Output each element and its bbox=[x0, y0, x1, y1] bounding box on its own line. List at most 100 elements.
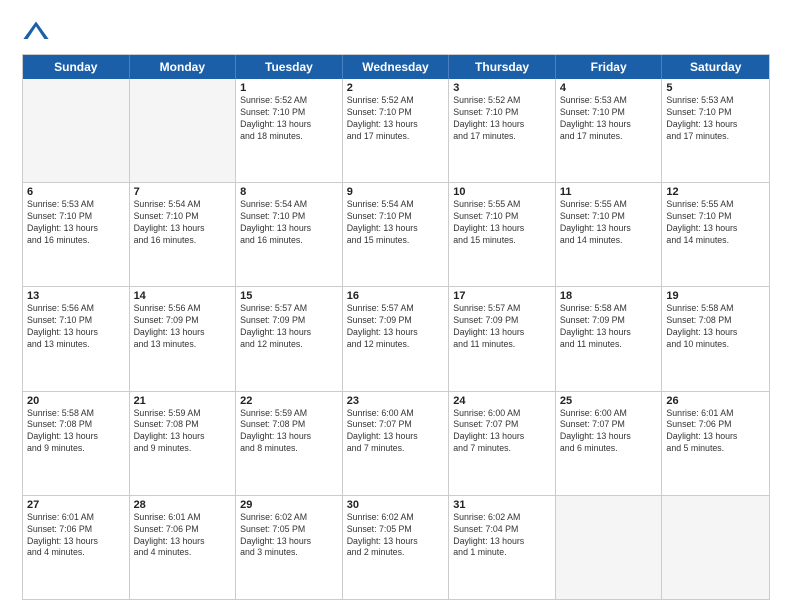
calendar-cell: 11Sunrise: 5:55 AM Sunset: 7:10 PM Dayli… bbox=[556, 183, 663, 286]
calendar-cell: 20Sunrise: 5:58 AM Sunset: 7:08 PM Dayli… bbox=[23, 392, 130, 495]
calendar-cell: 19Sunrise: 5:58 AM Sunset: 7:08 PM Dayli… bbox=[662, 287, 769, 390]
day-info: Sunrise: 5:59 AM Sunset: 7:08 PM Dayligh… bbox=[134, 408, 232, 456]
day-number: 27 bbox=[27, 499, 125, 511]
day-info: Sunrise: 5:56 AM Sunset: 7:09 PM Dayligh… bbox=[134, 303, 232, 351]
day-number: 22 bbox=[240, 395, 338, 407]
day-number: 26 bbox=[666, 395, 765, 407]
calendar-cell: 26Sunrise: 6:01 AM Sunset: 7:06 PM Dayli… bbox=[662, 392, 769, 495]
calendar-cell bbox=[556, 496, 663, 599]
calendar-cell bbox=[23, 79, 130, 182]
calendar-cell: 23Sunrise: 6:00 AM Sunset: 7:07 PM Dayli… bbox=[343, 392, 450, 495]
calendar-cell: 1Sunrise: 5:52 AM Sunset: 7:10 PM Daylig… bbox=[236, 79, 343, 182]
calendar-header: SundayMondayTuesdayWednesdayThursdayFrid… bbox=[23, 55, 769, 79]
day-info: Sunrise: 5:53 AM Sunset: 7:10 PM Dayligh… bbox=[27, 199, 125, 247]
day-info: Sunrise: 5:54 AM Sunset: 7:10 PM Dayligh… bbox=[134, 199, 232, 247]
calendar-cell: 9Sunrise: 5:54 AM Sunset: 7:10 PM Daylig… bbox=[343, 183, 450, 286]
calendar-cell: 17Sunrise: 5:57 AM Sunset: 7:09 PM Dayli… bbox=[449, 287, 556, 390]
day-number: 6 bbox=[27, 186, 125, 198]
calendar-cell: 12Sunrise: 5:55 AM Sunset: 7:10 PM Dayli… bbox=[662, 183, 769, 286]
calendar-cell: 2Sunrise: 5:52 AM Sunset: 7:10 PM Daylig… bbox=[343, 79, 450, 182]
day-info: Sunrise: 6:01 AM Sunset: 7:06 PM Dayligh… bbox=[666, 408, 765, 456]
day-number: 23 bbox=[347, 395, 445, 407]
calendar-row: 20Sunrise: 5:58 AM Sunset: 7:08 PM Dayli… bbox=[23, 391, 769, 495]
calendar-cell bbox=[130, 79, 237, 182]
calendar-cell: 6Sunrise: 5:53 AM Sunset: 7:10 PM Daylig… bbox=[23, 183, 130, 286]
calendar-body: 1Sunrise: 5:52 AM Sunset: 7:10 PM Daylig… bbox=[23, 79, 769, 599]
day-info: Sunrise: 5:55 AM Sunset: 7:10 PM Dayligh… bbox=[453, 199, 551, 247]
day-number: 1 bbox=[240, 82, 338, 94]
day-info: Sunrise: 6:02 AM Sunset: 7:05 PM Dayligh… bbox=[347, 512, 445, 560]
day-number: 31 bbox=[453, 499, 551, 511]
header bbox=[22, 18, 770, 46]
day-number: 20 bbox=[27, 395, 125, 407]
day-number: 15 bbox=[240, 290, 338, 302]
weekday-header: Wednesday bbox=[343, 55, 450, 79]
day-number: 19 bbox=[666, 290, 765, 302]
calendar-row: 27Sunrise: 6:01 AM Sunset: 7:06 PM Dayli… bbox=[23, 495, 769, 599]
day-number: 30 bbox=[347, 499, 445, 511]
weekday-header: Thursday bbox=[449, 55, 556, 79]
calendar-row: 6Sunrise: 5:53 AM Sunset: 7:10 PM Daylig… bbox=[23, 182, 769, 286]
day-info: Sunrise: 6:02 AM Sunset: 7:04 PM Dayligh… bbox=[453, 512, 551, 560]
day-info: Sunrise: 5:53 AM Sunset: 7:10 PM Dayligh… bbox=[560, 95, 658, 143]
calendar-cell: 4Sunrise: 5:53 AM Sunset: 7:10 PM Daylig… bbox=[556, 79, 663, 182]
calendar-cell: 31Sunrise: 6:02 AM Sunset: 7:04 PM Dayli… bbox=[449, 496, 556, 599]
calendar-cell: 10Sunrise: 5:55 AM Sunset: 7:10 PM Dayli… bbox=[449, 183, 556, 286]
day-info: Sunrise: 5:58 AM Sunset: 7:08 PM Dayligh… bbox=[27, 408, 125, 456]
calendar-cell: 8Sunrise: 5:54 AM Sunset: 7:10 PM Daylig… bbox=[236, 183, 343, 286]
day-info: Sunrise: 5:59 AM Sunset: 7:08 PM Dayligh… bbox=[240, 408, 338, 456]
day-number: 18 bbox=[560, 290, 658, 302]
day-number: 9 bbox=[347, 186, 445, 198]
calendar-cell: 7Sunrise: 5:54 AM Sunset: 7:10 PM Daylig… bbox=[130, 183, 237, 286]
calendar-cell: 21Sunrise: 5:59 AM Sunset: 7:08 PM Dayli… bbox=[130, 392, 237, 495]
day-info: Sunrise: 5:57 AM Sunset: 7:09 PM Dayligh… bbox=[347, 303, 445, 351]
day-info: Sunrise: 6:00 AM Sunset: 7:07 PM Dayligh… bbox=[560, 408, 658, 456]
calendar-cell: 29Sunrise: 6:02 AM Sunset: 7:05 PM Dayli… bbox=[236, 496, 343, 599]
day-info: Sunrise: 6:01 AM Sunset: 7:06 PM Dayligh… bbox=[27, 512, 125, 560]
calendar-cell: 28Sunrise: 6:01 AM Sunset: 7:06 PM Dayli… bbox=[130, 496, 237, 599]
weekday-header: Tuesday bbox=[236, 55, 343, 79]
calendar-cell bbox=[662, 496, 769, 599]
calendar-cell: 16Sunrise: 5:57 AM Sunset: 7:09 PM Dayli… bbox=[343, 287, 450, 390]
calendar-row: 1Sunrise: 5:52 AM Sunset: 7:10 PM Daylig… bbox=[23, 79, 769, 182]
weekday-header: Sunday bbox=[23, 55, 130, 79]
day-number: 25 bbox=[560, 395, 658, 407]
day-info: Sunrise: 5:57 AM Sunset: 7:09 PM Dayligh… bbox=[453, 303, 551, 351]
day-info: Sunrise: 5:57 AM Sunset: 7:09 PM Dayligh… bbox=[240, 303, 338, 351]
day-info: Sunrise: 5:52 AM Sunset: 7:10 PM Dayligh… bbox=[453, 95, 551, 143]
day-number: 8 bbox=[240, 186, 338, 198]
logo bbox=[22, 18, 54, 46]
calendar-cell: 30Sunrise: 6:02 AM Sunset: 7:05 PM Dayli… bbox=[343, 496, 450, 599]
day-number: 29 bbox=[240, 499, 338, 511]
day-info: Sunrise: 6:01 AM Sunset: 7:06 PM Dayligh… bbox=[134, 512, 232, 560]
day-info: Sunrise: 5:55 AM Sunset: 7:10 PM Dayligh… bbox=[560, 199, 658, 247]
calendar-cell: 15Sunrise: 5:57 AM Sunset: 7:09 PM Dayli… bbox=[236, 287, 343, 390]
day-number: 4 bbox=[560, 82, 658, 94]
day-info: Sunrise: 5:52 AM Sunset: 7:10 PM Dayligh… bbox=[347, 95, 445, 143]
day-number: 11 bbox=[560, 186, 658, 198]
day-number: 16 bbox=[347, 290, 445, 302]
day-number: 24 bbox=[453, 395, 551, 407]
calendar-cell: 18Sunrise: 5:58 AM Sunset: 7:09 PM Dayli… bbox=[556, 287, 663, 390]
day-info: Sunrise: 5:54 AM Sunset: 7:10 PM Dayligh… bbox=[347, 199, 445, 247]
weekday-header: Saturday bbox=[662, 55, 769, 79]
day-number: 5 bbox=[666, 82, 765, 94]
day-info: Sunrise: 6:00 AM Sunset: 7:07 PM Dayligh… bbox=[347, 408, 445, 456]
day-info: Sunrise: 5:52 AM Sunset: 7:10 PM Dayligh… bbox=[240, 95, 338, 143]
calendar-cell: 22Sunrise: 5:59 AM Sunset: 7:08 PM Dayli… bbox=[236, 392, 343, 495]
day-info: Sunrise: 6:02 AM Sunset: 7:05 PM Dayligh… bbox=[240, 512, 338, 560]
calendar-cell: 25Sunrise: 6:00 AM Sunset: 7:07 PM Dayli… bbox=[556, 392, 663, 495]
day-info: Sunrise: 5:53 AM Sunset: 7:10 PM Dayligh… bbox=[666, 95, 765, 143]
logo-icon bbox=[22, 18, 50, 46]
day-number: 3 bbox=[453, 82, 551, 94]
day-info: Sunrise: 5:54 AM Sunset: 7:10 PM Dayligh… bbox=[240, 199, 338, 247]
calendar-cell: 5Sunrise: 5:53 AM Sunset: 7:10 PM Daylig… bbox=[662, 79, 769, 182]
calendar-cell: 24Sunrise: 6:00 AM Sunset: 7:07 PM Dayli… bbox=[449, 392, 556, 495]
day-number: 10 bbox=[453, 186, 551, 198]
day-number: 28 bbox=[134, 499, 232, 511]
day-number: 14 bbox=[134, 290, 232, 302]
day-info: Sunrise: 5:58 AM Sunset: 7:09 PM Dayligh… bbox=[560, 303, 658, 351]
day-number: 13 bbox=[27, 290, 125, 302]
calendar-cell: 27Sunrise: 6:01 AM Sunset: 7:06 PM Dayli… bbox=[23, 496, 130, 599]
day-number: 17 bbox=[453, 290, 551, 302]
